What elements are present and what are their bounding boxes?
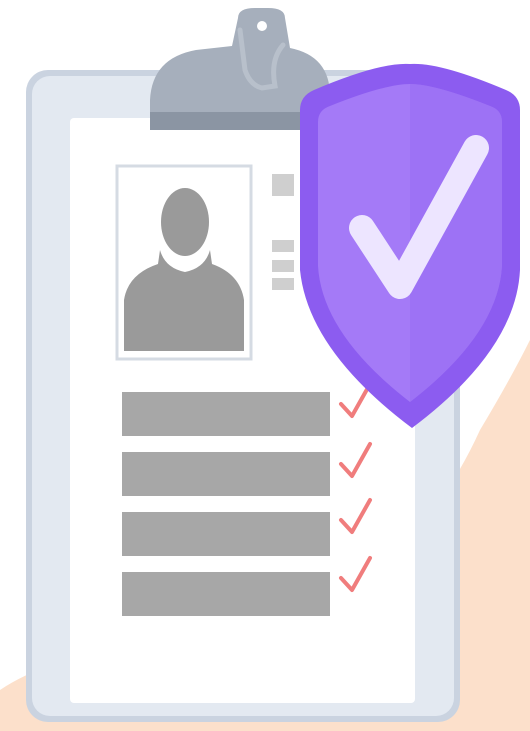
profile-photo	[115, 164, 253, 361]
illustration-canvas	[0, 8, 530, 731]
verified-document-illustration	[0, 0, 530, 731]
